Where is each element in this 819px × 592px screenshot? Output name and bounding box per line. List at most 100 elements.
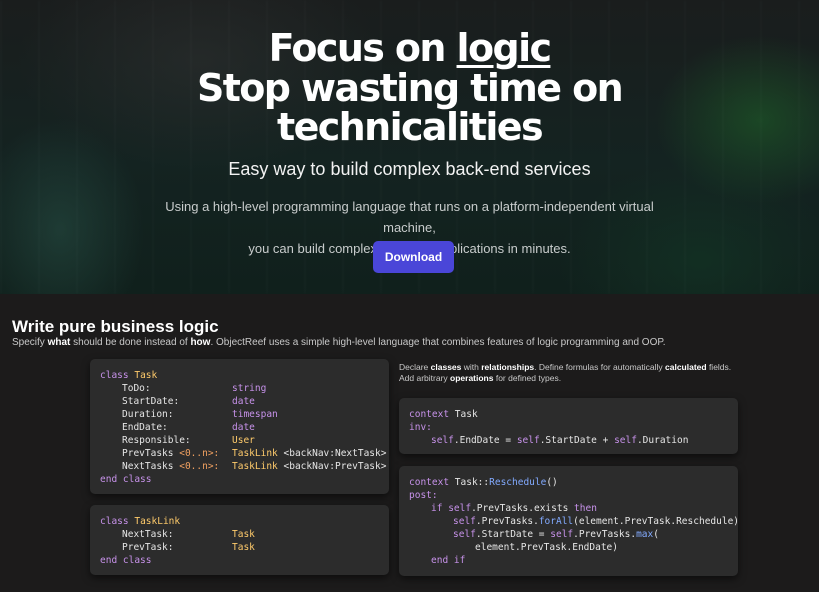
bold-calculated: calculated: [665, 362, 707, 372]
field-name: PrevTask:: [122, 542, 174, 553]
keyword: then: [574, 503, 597, 514]
text: fields.: [706, 362, 732, 372]
field-name: NextTask:: [122, 529, 174, 540]
text: . Define formulas for automatically: [534, 362, 665, 372]
keyword: context: [409, 409, 450, 420]
code-line: Responsible: User: [100, 434, 379, 447]
desc-text: should be done instead of: [70, 337, 191, 348]
expr: (: [653, 529, 659, 540]
code-line: post:: [409, 489, 728, 502]
keyword: self: [453, 529, 476, 540]
keyword: self: [516, 435, 540, 446]
multiplicity: <0..n>:: [179, 448, 220, 459]
expr: .StartDate +: [539, 435, 615, 446]
text: with: [461, 362, 482, 372]
back-nav: <backNav:NextTask>: [283, 448, 387, 459]
field-type: timespan: [232, 409, 278, 420]
code-card-context-invariant: context Task inv: self.EndDate = self.Star…: [399, 398, 738, 454]
section-description: Specify what should be done instead of h…: [12, 337, 666, 348]
keyword: inv:: [409, 422, 432, 433]
field-type: string: [232, 383, 267, 394]
headline-focus: Focus on: [268, 26, 457, 70]
headline-logic-link[interactable]: logic: [457, 26, 552, 70]
expr: .PrevTasks.exists: [471, 503, 569, 514]
code-line: NextTask: Task: [100, 528, 379, 541]
code-line: context Task::Reschedule(): [409, 476, 728, 489]
code-line: inv:: [409, 421, 728, 434]
parens: (): [546, 477, 558, 488]
field-type: TaskLink: [232, 448, 278, 459]
keyword: post:: [409, 490, 438, 501]
text: Add arbitrary: [399, 373, 451, 383]
code-line: Duration: timespan: [100, 408, 379, 421]
code-line: element.PrevTask.EndDate): [409, 541, 728, 554]
expr: element.PrevTask.EndDate): [475, 542, 618, 553]
field-type: date: [232, 396, 255, 407]
field-name: StartDate:: [122, 396, 180, 407]
field-type: Task: [232, 542, 255, 553]
keyword: class: [100, 516, 129, 527]
code-line: PrevTasks <0..n>: TaskLink <backNav:NextT…: [100, 447, 386, 460]
keyword: end class: [100, 474, 152, 485]
download-button[interactable]: Download: [373, 241, 454, 273]
headline-line-1: Focus on logic: [0, 28, 819, 69]
code-line: self.StartDate = self.PrevTasks.max(: [409, 528, 728, 541]
expr: .StartDate =: [475, 529, 551, 540]
code-line: class Task: [100, 369, 379, 382]
code-line: self.EndDate = self.StartDate + self.Dur…: [409, 434, 728, 447]
code-line: NextTasks <0..n>: TaskLink <backNav:PrevT…: [100, 460, 386, 473]
section-title: Write pure business logic: [12, 317, 219, 336]
hero: Focus on logic Stop wasting time on tech…: [0, 0, 819, 294]
multiplicity: <0..n>:: [179, 461, 220, 472]
keyword: if: [431, 503, 443, 514]
description-line-1: Using a high-level programming language …: [165, 199, 654, 235]
code-card-context-operation: context Task::Reschedule() post: if self.P…: [399, 466, 739, 576]
expr: .EndDate =: [453, 435, 517, 446]
side-note: Declare classes with relationships. Defi…: [399, 362, 739, 384]
keyword: end class: [100, 555, 152, 566]
function: forAll: [538, 516, 574, 527]
bold-operations: operations: [450, 373, 494, 383]
function: max: [636, 529, 654, 540]
keyword: self: [614, 435, 637, 446]
keyword: self: [431, 435, 454, 446]
field-name: EndDate:: [122, 422, 168, 433]
code-line: EndDate: date: [100, 421, 379, 434]
code-line: end class: [100, 554, 379, 567]
field-name: Duration:: [122, 409, 174, 420]
context-name: Task: [454, 477, 478, 488]
field-name: ToDo:: [122, 383, 151, 394]
desc-text: . ObjectReef uses a simple high-level la…: [210, 337, 666, 348]
bold-classes: classes: [430, 362, 462, 372]
operation-name: Reschedule: [489, 477, 547, 488]
side-note-line-1: Declare classes with relationships. Defi…: [399, 362, 739, 373]
code-line: context Task: [409, 408, 728, 421]
code-line: self.PrevTasks.forAll(element.PrevTask.R…: [409, 515, 739, 528]
field-type: TaskLink: [232, 461, 278, 472]
code-line: StartDate: date: [100, 395, 379, 408]
separator: ::: [477, 477, 490, 488]
keyword: self: [453, 516, 476, 527]
field-type: date: [232, 422, 255, 433]
code-line: end class: [100, 473, 379, 486]
code-line: if self.PrevTasks.exists then: [409, 502, 728, 515]
headline-line-3: technicalities: [277, 105, 544, 149]
bold-relationships: relationships: [481, 362, 535, 372]
expr: .PrevTasks.: [573, 529, 637, 540]
desc-what: what: [47, 337, 71, 348]
field-name: NextTasks: [122, 461, 174, 472]
headline-line-2: Stop wasting time on: [196, 66, 624, 110]
field-type: Task: [232, 529, 255, 540]
business-logic-section: Write pure business logic Specify what s…: [0, 294, 819, 592]
desc-how: how: [190, 337, 211, 348]
expr: (element.PrevTask.Reschedule): [573, 516, 740, 527]
side-note-line-2: Add arbitrary operations for defined typ…: [399, 373, 739, 384]
keyword: class: [100, 370, 129, 381]
code-card-task-class: class Task ToDo: string StartDate: date Durat…: [90, 359, 389, 494]
class-name: TaskLink: [134, 516, 181, 527]
context-name: Task: [454, 409, 478, 420]
keyword: context: [409, 477, 450, 488]
expr: .PrevTasks.: [475, 516, 539, 527]
expr: .Duration: [636, 435, 689, 446]
code-line: ToDo: string: [100, 382, 379, 395]
